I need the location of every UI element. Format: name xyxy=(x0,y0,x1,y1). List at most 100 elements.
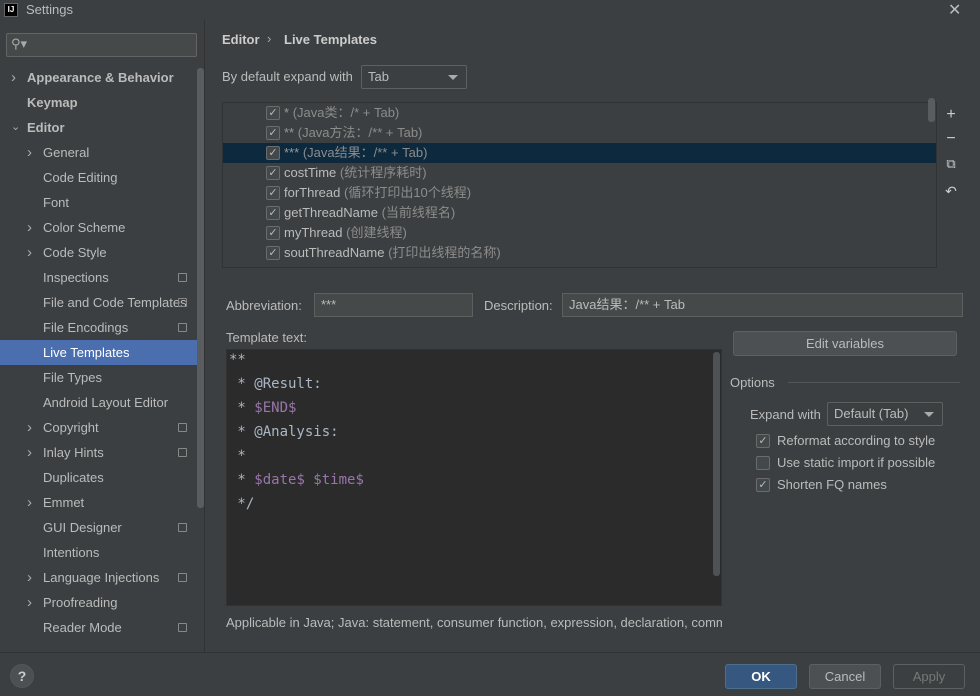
sidebar-item-code-editing[interactable]: Code Editing xyxy=(0,165,197,190)
search-input[interactable]: ⚲▾ xyxy=(6,33,197,57)
template-row[interactable]: ✓ forThread (循环打印出10个线程) xyxy=(223,183,936,203)
sidebar-item-font[interactable]: Font xyxy=(0,190,197,215)
sidebar-item-color-scheme[interactable]: › Color Scheme xyxy=(0,215,197,240)
template-description: (Java方法：/** + Tab) xyxy=(297,125,423,140)
expand-with-value: Default (Tab) xyxy=(834,406,909,421)
expand-with-dropdown[interactable]: Default (Tab) xyxy=(827,402,943,426)
sidebar-item-language-injections[interactable]: › Language Injections xyxy=(0,565,197,590)
abbreviation-input[interactable]: *** xyxy=(314,293,473,317)
template-item: getThreadName (当前线程名) xyxy=(284,203,455,223)
sidebar-item-copyright[interactable]: › Copyright xyxy=(0,415,197,440)
sidebar-item-emmet[interactable]: › Emmet xyxy=(0,490,197,515)
template-row[interactable]: ✓ costTime (统计程序耗时) xyxy=(223,163,936,183)
chevron-right-icon[interactable]: › xyxy=(27,490,32,515)
sidebar-item-file-types[interactable]: File Types xyxy=(0,365,197,390)
option-label: Shorten FQ names xyxy=(777,477,887,492)
expand-default-dropdown[interactable]: Tab xyxy=(361,65,467,89)
remove-icon[interactable]: − xyxy=(944,130,958,148)
template-text-label: Template text: xyxy=(226,330,307,345)
template-row[interactable]: ✓ getThreadName (当前线程名) xyxy=(223,203,936,223)
template-row[interactable]: ✓ soutThreadName (打印出线程的名称) xyxy=(223,243,936,263)
template-checkbox[interactable]: ✓ xyxy=(266,166,280,180)
sidebar-item-appearance-behavior[interactable]: › Appearance & Behavior xyxy=(0,65,197,90)
sidebar-item-file-and-code-templates[interactable]: File and Code Templates xyxy=(0,290,197,315)
description-input[interactable]: Java结果：/** + Tab xyxy=(562,293,963,317)
sidebar-item-inlay-hints[interactable]: › Inlay Hints xyxy=(0,440,197,465)
sidebar-item-proofreading[interactable]: › Proofreading xyxy=(0,590,197,615)
sidebar-item-reader-mode[interactable]: Reader Mode xyxy=(0,615,197,640)
template-item: myThread (创建线程) xyxy=(284,223,407,243)
copy-icon[interactable]: ⧉ xyxy=(944,156,958,172)
sidebar-item-intentions[interactable]: Intentions xyxy=(0,540,197,565)
template-text-editor[interactable]: ** * @Result: * $END$ * @Analysis: * * $… xyxy=(226,349,722,606)
add-icon[interactable]: + xyxy=(944,106,958,124)
template-list[interactable]: ✓ * (Java类：/* + Tab) ✓ ** (Java方法：/** + Tab… xyxy=(222,102,937,268)
template-checkbox[interactable]: ✓ xyxy=(266,226,280,240)
template-checkbox[interactable]: ✓ xyxy=(266,206,280,220)
template-checkbox[interactable]: ✓ xyxy=(266,126,280,140)
sidebar-item-android-layout-editor[interactable]: Android Layout Editor xyxy=(0,390,197,415)
project-scope-icon xyxy=(178,323,187,332)
template-abbreviation: ** xyxy=(284,125,295,140)
sidebar-item-editor[interactable]: ⌄ Editor xyxy=(0,115,197,140)
code-line: * @Analysis: xyxy=(229,424,338,440)
sidebar-item-label: Appearance & Behavior xyxy=(27,70,174,85)
sidebar-item-label: Reader Mode xyxy=(43,620,122,635)
chevron-right-icon[interactable]: › xyxy=(27,565,32,590)
apply-button[interactable]: Apply xyxy=(893,664,965,689)
checkbox[interactable]: ✓ xyxy=(756,478,770,492)
sidebar-item-code-style[interactable]: › Code Style xyxy=(0,240,197,265)
template-checkbox[interactable]: ✓ xyxy=(266,246,280,260)
chevron-right-icon[interactable]: › xyxy=(27,140,32,165)
sidebar-item-gui-designer[interactable]: GUI Designer xyxy=(0,515,197,540)
project-scope-icon xyxy=(178,573,187,582)
sidebar-item-label: Emmet xyxy=(43,495,85,510)
chevron-down-icon[interactable]: ⌄ xyxy=(11,115,20,140)
chevron-right-icon[interactable]: › xyxy=(27,415,32,440)
restore-icon[interactable]: ↶ xyxy=(944,183,958,200)
sidebar-item-keymap[interactable]: Keymap xyxy=(0,90,197,115)
sidebar-item-inspections[interactable]: Inspections xyxy=(0,265,197,290)
sidebar-item-file-encodings[interactable]: File Encodings xyxy=(0,315,197,340)
template-checkbox[interactable]: ✓ xyxy=(266,186,280,200)
template-checkbox[interactable]: ✓ xyxy=(266,146,280,160)
template-row[interactable]: ✓ * (Java类：/* + Tab) xyxy=(223,103,936,123)
template-checkbox[interactable]: ✓ xyxy=(266,106,280,120)
help-icon[interactable]: ? xyxy=(10,664,34,688)
template-description: (循环打印出10个线程) xyxy=(344,185,472,200)
sidebar-item-general[interactable]: › General xyxy=(0,140,197,165)
option-label: Reformat according to style xyxy=(777,433,936,448)
template-abbreviation: getThreadName xyxy=(284,205,378,220)
breadcrumb-parent[interactable]: Editor xyxy=(222,32,260,47)
sidebar-scrollbar[interactable] xyxy=(197,68,204,508)
options-title: Options xyxy=(730,375,775,390)
edit-variables-button[interactable]: Edit variables xyxy=(733,331,957,356)
cancel-button[interactable]: Cancel xyxy=(809,664,881,689)
sidebar-item-label: Inspections xyxy=(43,270,109,285)
code-line: * @Result: xyxy=(229,376,321,392)
template-row[interactable]: ✓ myThread (创建线程) xyxy=(223,223,936,243)
close-icon[interactable]: ✕ xyxy=(948,0,961,20)
applicable-contexts[interactable]: Applicable in Java; Java: statement, con… xyxy=(226,615,722,630)
project-scope-icon xyxy=(178,273,187,282)
checkbox[interactable] xyxy=(756,456,770,470)
chevron-right-icon[interactable]: › xyxy=(27,440,32,465)
checkbox[interactable]: ✓ xyxy=(756,434,770,448)
code-line: * xyxy=(229,448,246,464)
template-row[interactable]: ✓ *** (Java结果：/** + Tab) xyxy=(223,143,936,163)
sidebar-item-label: Language Injections xyxy=(43,570,160,585)
sidebar-item-label: File and Code Templates xyxy=(43,295,187,310)
sidebar-item-live-templates[interactable]: Live Templates xyxy=(0,340,197,365)
project-scope-icon xyxy=(178,523,187,532)
editor-scrollbar[interactable] xyxy=(713,352,720,576)
code-line: */ xyxy=(229,496,254,512)
chevron-right-icon[interactable]: › xyxy=(27,215,32,240)
chevron-right-icon[interactable]: › xyxy=(27,590,32,615)
template-list-scrollbar[interactable] xyxy=(928,98,935,122)
chevron-right-icon[interactable]: › xyxy=(27,240,32,265)
sidebar-item-duplicates[interactable]: Duplicates xyxy=(0,465,197,490)
template-row[interactable]: ✓ ** (Java方法：/** + Tab) xyxy=(223,123,936,143)
chevron-right-icon[interactable]: › xyxy=(11,65,16,90)
code-text: * xyxy=(229,448,246,464)
ok-button[interactable]: OK xyxy=(725,664,797,689)
